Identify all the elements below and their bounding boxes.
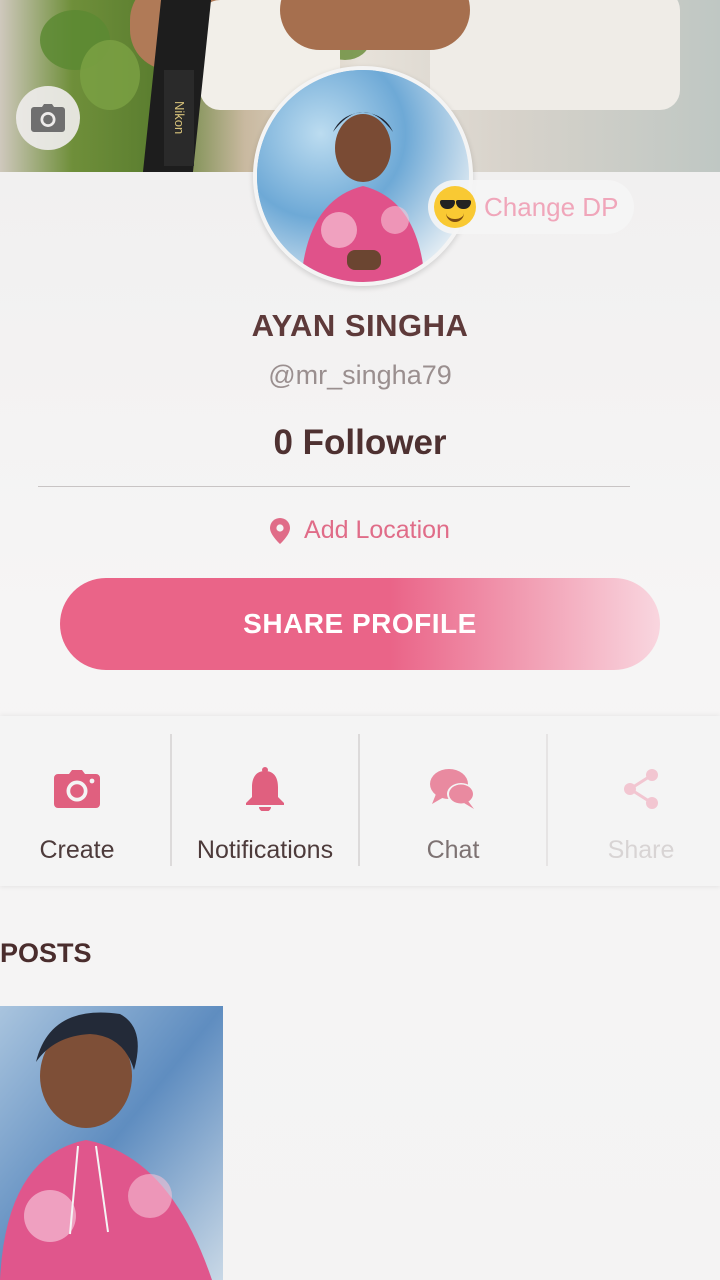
- profile-name: AYAN SINGHA: [251, 308, 469, 343]
- share-button[interactable]: Share: [547, 716, 720, 886]
- change-dp-button[interactable]: Change DP: [428, 180, 635, 234]
- cover-arm: [280, 0, 470, 50]
- post-image: [0, 1006, 223, 1280]
- action-bar: Create Notifications Chat Share: [0, 716, 720, 886]
- bell-icon: [246, 767, 284, 811]
- camera-icon: [31, 104, 65, 132]
- create-button[interactable]: Create: [0, 716, 171, 886]
- follower-count[interactable]: 0 Follower: [0, 423, 720, 463]
- posts-heading: POSTS: [0, 938, 92, 968]
- chat-button[interactable]: Chat: [359, 716, 547, 886]
- post-thumbnail[interactable]: [0, 1006, 223, 1280]
- profile-avatar[interactable]: [253, 66, 473, 286]
- chat-bubbles-icon: [430, 769, 475, 809]
- sunglasses-emoji-icon: [434, 186, 476, 228]
- change-cover-button[interactable]: [16, 86, 80, 150]
- notifications-label: Notifications: [196, 836, 334, 864]
- share-profile-button[interactable]: SHARE PROFILE: [60, 578, 660, 670]
- chat-label: Chat: [426, 836, 480, 864]
- camera-icon: [54, 770, 100, 808]
- divider: [38, 486, 630, 487]
- share-icon: [624, 769, 658, 809]
- cover-foliage: [80, 40, 140, 110]
- profile-username: @mr_singha79: [268, 360, 452, 390]
- share-label: Share: [607, 836, 675, 864]
- avatar-image: [257, 70, 469, 282]
- change-dp-label: Change DP: [484, 191, 619, 222]
- add-location-label: Add Location: [304, 516, 450, 544]
- add-location-link[interactable]: Add Location: [0, 516, 720, 545]
- location-pin-icon: [270, 517, 291, 544]
- create-label: Create: [39, 836, 115, 864]
- notifications-button[interactable]: Notifications: [171, 716, 359, 886]
- strap-brand: Nikon: [164, 70, 194, 166]
